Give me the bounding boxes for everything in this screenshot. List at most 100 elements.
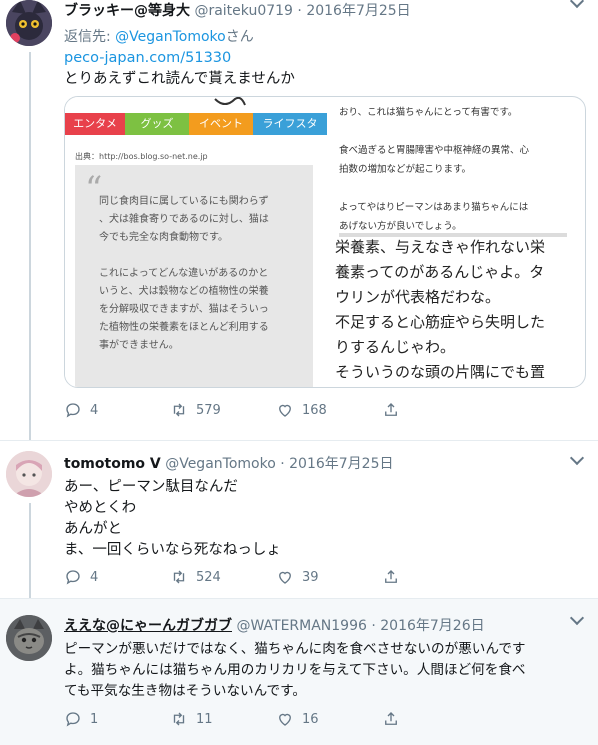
- reply-icon: [66, 403, 80, 418]
- thread-line: [29, 503, 31, 599]
- retweet-count: 524: [196, 569, 221, 585]
- reply-count: 4: [90, 569, 99, 585]
- like-count: 16: [302, 711, 319, 727]
- like-count: 168: [302, 402, 327, 418]
- thread-line: [29, 52, 31, 440]
- timestamp[interactable]: 2016年7月25日: [289, 456, 393, 472]
- big-text-line: 不足すると心筋症やら失明した: [335, 313, 546, 331]
- tweet-line: ピーマンが悪いだけではなく、猫ちゃんに肉を食べさせないのが悪いんです: [64, 641, 526, 657]
- retweet-icon: [173, 403, 185, 417]
- display-name[interactable]: tomotomo V: [64, 456, 161, 472]
- retweet-icon: [173, 570, 185, 584]
- image-left-panel: エンタメ グッズ イベント ライフスタ 出典：http://bos.blog.s…: [65, 97, 327, 387]
- reply-count: 4: [90, 402, 99, 418]
- tweet-text: あー、ピーマン駄目なんだ やめとくわあんがとま、一回くらいなら死なねっしょ: [64, 477, 281, 561]
- tweet-line: やめとくわ: [64, 500, 137, 516]
- timestamp[interactable]: 2016年7月26日: [380, 618, 484, 634]
- quote-block: “ 同じ食肉目に属しているにも関わらず 、犬は雑食寄りであるのに対し、猫は 今でも完…: [75, 165, 313, 387]
- user-handle[interactable]: @VeganTomoko: [165, 456, 276, 472]
- avatar[interactable]: [6, 0, 52, 46]
- timestamp[interactable]: 2016年7月25日: [306, 3, 410, 19]
- big-text-line: りするんじゃわ。: [335, 338, 456, 356]
- heart-icon: [279, 571, 291, 584]
- quote-line: た植物性の栄養素をほとんど利用する: [99, 322, 269, 333]
- excerpt-line: よってやはりピーマンはあまり猫ちゃんには: [339, 202, 529, 213]
- reply-count: 1: [90, 711, 99, 727]
- nav-tab-event: イベント: [189, 113, 253, 135]
- tweet-line: あんがと: [64, 521, 122, 537]
- user-handle[interactable]: @raiteku0719: [194, 3, 293, 19]
- like-button[interactable]: 168: [276, 401, 327, 419]
- chevron-down-icon[interactable]: [569, 0, 585, 9]
- tweet-line: ま、一回くらいなら死なねっしょ: [64, 542, 281, 558]
- tweet-header: ブラッキー@等身大 @raiteku0719 · 2016年7月25日: [64, 0, 411, 20]
- avatar[interactable]: [6, 451, 52, 497]
- quote-line: いうと、犬は穀物などの植物性の栄養: [99, 286, 269, 297]
- tweet-2[interactable]: tomotomo V @VeganTomoko · 2016年7月25日 あー、…: [0, 440, 598, 599]
- quote-line: 今でも完全な肉食動物です。: [99, 232, 228, 243]
- reply-suffix: さん: [225, 29, 254, 45]
- retweet-icon: [173, 712, 185, 726]
- tweet-image[interactable]: エンタメ グッズ イベント ライフスタ 出典：http://bos.blog.s…: [64, 96, 586, 388]
- retweet-button[interactable]: 11: [170, 710, 213, 728]
- retweet-button[interactable]: 524: [170, 568, 221, 586]
- cropped-heading-decoration: [214, 97, 246, 106]
- like-count: 39: [302, 569, 319, 585]
- quote-text: 同じ食肉目に属しているにも関わらず 、犬は雑食寄りであるのに対し、猫は 今でも完全な…: [99, 193, 311, 355]
- tweet-3[interactable]: ええな@にゃーんガブガブ @WATERMAN1996 · 2016年7月26日 …: [0, 598, 598, 745]
- reply-button[interactable]: 1: [64, 710, 98, 728]
- tweet-line: ても平気な生き物はそういないんです。: [64, 683, 306, 699]
- share-icon: [385, 712, 397, 725]
- user-handle[interactable]: @WATERMAN1996: [236, 618, 366, 634]
- avatar[interactable]: [6, 615, 52, 661]
- separator-dot: ·: [297, 3, 302, 19]
- quote-line: 事ができません。: [99, 340, 179, 351]
- excerpt-line: [339, 122, 579, 141]
- quote-line: これによってどんな違いがあるのかと: [99, 268, 269, 279]
- big-text-line: 養素ってのがあるんじゃよ。タ: [335, 263, 545, 281]
- nav-tab-lifestyle: ライフスタ: [253, 113, 327, 135]
- quote-line: 、犬は雑食寄りであるのに対し、猫は: [99, 214, 269, 225]
- tweet-1[interactable]: ブラッキー@等身大 @raiteku0719 · 2016年7月25日 返信先:…: [0, 0, 598, 440]
- tweet-header: tomotomo V @VeganTomoko · 2016年7月25日: [64, 453, 393, 473]
- tweet-line: よ。猫ちゃんには猫ちゃん用のカリカリを与えて下さい。人間ほど何を食べ: [64, 662, 526, 678]
- excerpt-line: 拍数の増加などが起こります。: [339, 164, 472, 175]
- retweet-button[interactable]: 579: [170, 401, 221, 419]
- nav-tab-entertainment: エンタメ: [65, 113, 125, 135]
- tweet-text: ピーマンが悪いだけではなく、猫ちゃんに肉を食べさせないのが悪いんです よ。猫ちゃん…: [64, 639, 526, 702]
- retweet-count: 579: [196, 402, 221, 418]
- image-right-panel: おり、これは猫ちゃんにとって有害です。 食べ過ぎると胃腸障害や中枢神経の異常、心…: [327, 97, 585, 387]
- display-name[interactable]: ええな@にゃーんガブガブ: [64, 618, 232, 634]
- reply-handle-link[interactable]: @VeganTomoko: [115, 29, 226, 45]
- tweet-body: とりあえずこれ読んで貰えませんか: [64, 71, 295, 87]
- quote-line: を分解吸収できますが、猫はそういっ: [99, 304, 269, 315]
- big-text-line: そういうのな頭の片隅にでも置: [335, 363, 546, 381]
- like-button[interactable]: 16: [276, 710, 319, 728]
- share-button[interactable]: [382, 710, 400, 728]
- quote-line: [99, 247, 311, 265]
- chevron-down-icon[interactable]: [569, 450, 585, 466]
- share-icon: [385, 570, 397, 583]
- heart-icon: [279, 404, 291, 417]
- heart-icon: [279, 713, 291, 726]
- display-name[interactable]: ブラッキー@等身大: [64, 3, 190, 19]
- share-button[interactable]: [382, 568, 400, 586]
- share-button[interactable]: [382, 401, 400, 419]
- reply-context: 返信先: @VeganTomokoさん: [64, 26, 254, 46]
- nav-tab-goods: グッズ: [125, 113, 189, 135]
- tweet-header: ええな@にゃーんガブガブ @WATERMAN1996 · 2016年7月26日: [64, 615, 485, 635]
- article-link[interactable]: peco-japan.com/51330: [64, 48, 295, 69]
- excerpt-line: 食べ過ぎると胃腸障害や中枢神経の異常、心: [339, 145, 530, 156]
- like-button[interactable]: 39: [276, 568, 319, 586]
- tweet-line: あー、ピーマン駄目なんだ: [64, 479, 238, 495]
- share-icon: [385, 403, 397, 416]
- chevron-down-icon[interactable]: [569, 610, 585, 626]
- source-caption: 出典：http://bos.blog.so-net.ne.jp: [75, 152, 208, 161]
- article-excerpt: おり、これは猫ちゃんにとって有害です。 食べ過ぎると胃腸障害や中枢神経の異常、心…: [339, 103, 579, 236]
- quote-line: 同じ食肉目に属しているにも関わらず: [99, 196, 269, 207]
- site-nav-bar: エンタメ グッズ イベント ライフスタ: [65, 113, 327, 135]
- excerpt-line: おり、これは猫ちゃんにとって有害です。: [339, 107, 518, 118]
- reply-button[interactable]: 4: [64, 401, 98, 419]
- retweet-count: 11: [196, 711, 213, 727]
- reply-button[interactable]: 4: [64, 568, 98, 586]
